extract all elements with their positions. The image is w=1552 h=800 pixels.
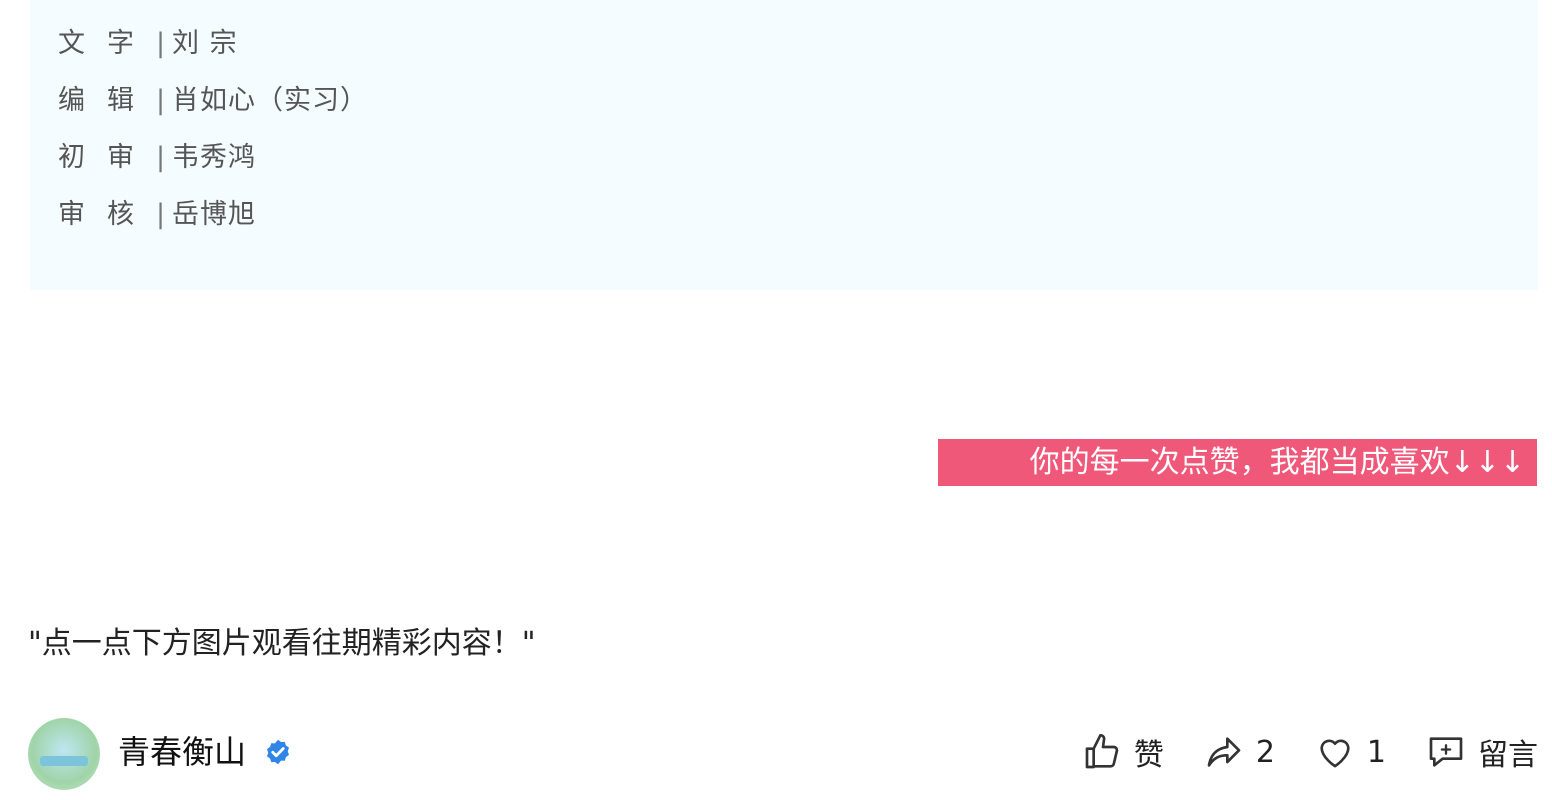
credit-separator: | [155, 85, 167, 116]
verified-badge-icon [267, 739, 289, 765]
credits-box: 文字| 刘 宗 编辑| 肖如心（实习） 初审| 韦秀鸿 审核| 岳博旭 [30, 0, 1538, 290]
credit-name: 肖如心（实习） [172, 85, 368, 116]
share-button[interactable]: 2 [1204, 732, 1275, 772]
thumbs-up-icon [1085, 734, 1119, 769]
credit-row-review: 审核| 岳博旭 [58, 195, 256, 235]
heart-icon [1320, 739, 1350, 768]
like-prompt-banner: 你的每一次点赞，我都当成喜欢↓↓↓ [938, 439, 1537, 486]
article-action-bar: 青春衡山 赞 2 1 留言 [28, 716, 1538, 790]
comment-label: 留言 [1478, 738, 1538, 773]
share-arrow-icon [1207, 737, 1241, 767]
credit-name: 刘 宗 [172, 28, 238, 59]
account-avatar[interactable] [28, 718, 100, 790]
like-button[interactable]: 赞 [1082, 730, 1164, 774]
favorite-count: 1 [1366, 734, 1386, 770]
credit-row-text: 文字| 刘 宗 [58, 24, 238, 64]
comment-icon [1429, 737, 1463, 767]
avatar-graphic [40, 756, 88, 766]
credit-row-editor: 编辑| 肖如心（实习） [58, 81, 368, 121]
comment-button[interactable]: 留言 [1426, 730, 1538, 774]
credit-name: 岳博旭 [172, 199, 256, 230]
article-footer-page: 文字| 刘 宗 编辑| 肖如心（实习） 初审| 韦秀鸿 审核| 岳博旭 你的每一次点赞，… [0, 0, 1552, 800]
action-group: 赞 2 1 留言 [1042, 730, 1538, 774]
past-content-prompt: "点一点下方图片观看往期精彩内容！" [28, 626, 536, 661]
credit-row-first-review: 初审| 韦秀鸿 [58, 138, 256, 178]
credit-role: 编辑 [58, 85, 156, 116]
account-name[interactable]: 青春衡山 [118, 730, 246, 774]
share-count: 2 [1255, 734, 1275, 770]
credit-name: 韦秀鸿 [172, 142, 256, 173]
credit-separator: | [155, 142, 167, 173]
credit-role: 审核 [58, 199, 156, 230]
credit-separator: | [155, 28, 167, 59]
credit-role: 初审 [58, 142, 156, 173]
favorite-button[interactable]: 1 [1315, 732, 1386, 772]
like-label: 赞 [1133, 738, 1164, 773]
credit-separator: | [155, 199, 167, 230]
credit-role: 文字 [58, 28, 156, 59]
